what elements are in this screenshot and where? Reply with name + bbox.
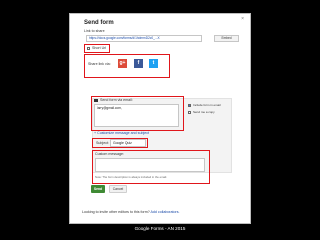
footer-text: Looking to invite other editors to this … bbox=[82, 210, 180, 214]
custom-message-textarea[interactable] bbox=[95, 158, 205, 172]
dialog-title: Send form bbox=[84, 20, 114, 26]
facebook-icon[interactable]: f bbox=[134, 59, 143, 68]
send-copy-checkbox[interactable] bbox=[188, 111, 191, 114]
email-recipients-field[interactable]: larry@gmail.com, bbox=[94, 104, 179, 127]
footer-question: Looking to invite other editors to this … bbox=[82, 210, 150, 214]
include-form-label: Include form in email bbox=[193, 103, 221, 107]
send-copy-label: Send me a copy bbox=[193, 110, 215, 114]
link-to-share-label: Link to share bbox=[84, 29, 105, 33]
twitter-icon[interactable]: t bbox=[149, 59, 158, 68]
subject-label: Subject: bbox=[96, 141, 109, 145]
share-link-input[interactable]: https://docs.google.com/forms/d/1hdmmD2c… bbox=[86, 35, 202, 42]
short-url-checkbox[interactable] bbox=[87, 47, 90, 50]
note-text: Note: The form description is always inc… bbox=[95, 175, 168, 179]
share-via-label: Share link via: bbox=[88, 62, 111, 66]
close-icon[interactable]: × bbox=[241, 16, 244, 22]
google-plus-icon[interactable]: g+ bbox=[118, 59, 127, 68]
cancel-button[interactable]: Cancel bbox=[109, 185, 127, 193]
add-collaborators-link[interactable]: Add collaborators. bbox=[151, 210, 180, 214]
send-via-email-label: Send form via email: bbox=[100, 98, 133, 102]
slide-caption: Google Forms - AN 2015 bbox=[134, 226, 186, 231]
custom-message-label: Custom message: bbox=[95, 152, 124, 156]
subject-input[interactable]: Google Quiz bbox=[110, 139, 146, 147]
short-url-label: Short Url bbox=[92, 46, 107, 50]
envelope-icon bbox=[94, 99, 98, 102]
customize-message-link[interactable]: + Customize message and subject bbox=[94, 131, 149, 135]
send-button[interactable]: Send bbox=[91, 185, 105, 193]
include-form-checkbox[interactable] bbox=[188, 104, 191, 107]
send-form-dialog: × Send form Link to share https://docs.g… bbox=[69, 13, 251, 224]
embed-button[interactable]: Embed bbox=[214, 35, 239, 42]
